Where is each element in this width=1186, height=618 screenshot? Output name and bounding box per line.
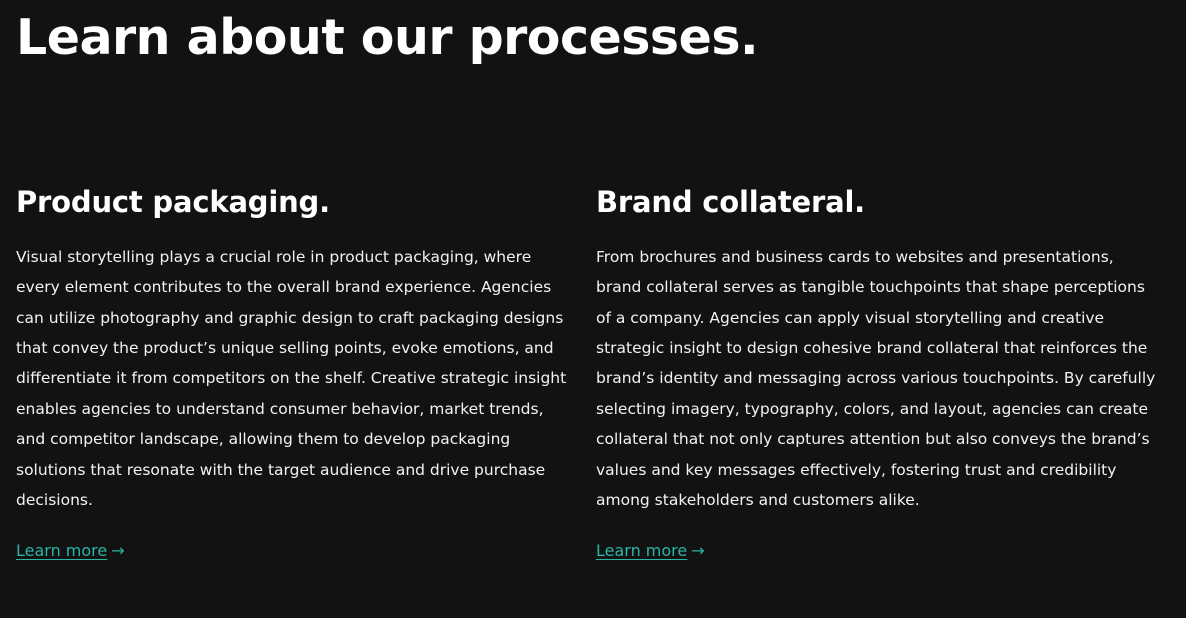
arrow-right-icon: → (691, 541, 705, 561)
learn-more-link[interactable]: Learn more → (16, 541, 125, 560)
section-body: From brochures and business cards to web… (596, 247, 1156, 510)
section-heading: Product packaging. (16, 185, 330, 219)
section-body: Visual storytelling plays a crucial role… (16, 247, 567, 510)
section-heading: Brand collateral. (596, 185, 865, 219)
section-product-packaging: Product packaging. Visual storytelling p… (16, 185, 576, 560)
section-brand-collateral: Brand collateral. From brochures and bus… (596, 185, 1156, 560)
learn-more-link[interactable]: Learn more → (596, 541, 705, 560)
page-title: Learn about our processes. (16, 9, 759, 66)
learn-more-label: Learn more (596, 541, 688, 561)
learn-more-label: Learn more (16, 541, 108, 561)
arrow-right-icon: → (111, 541, 125, 561)
